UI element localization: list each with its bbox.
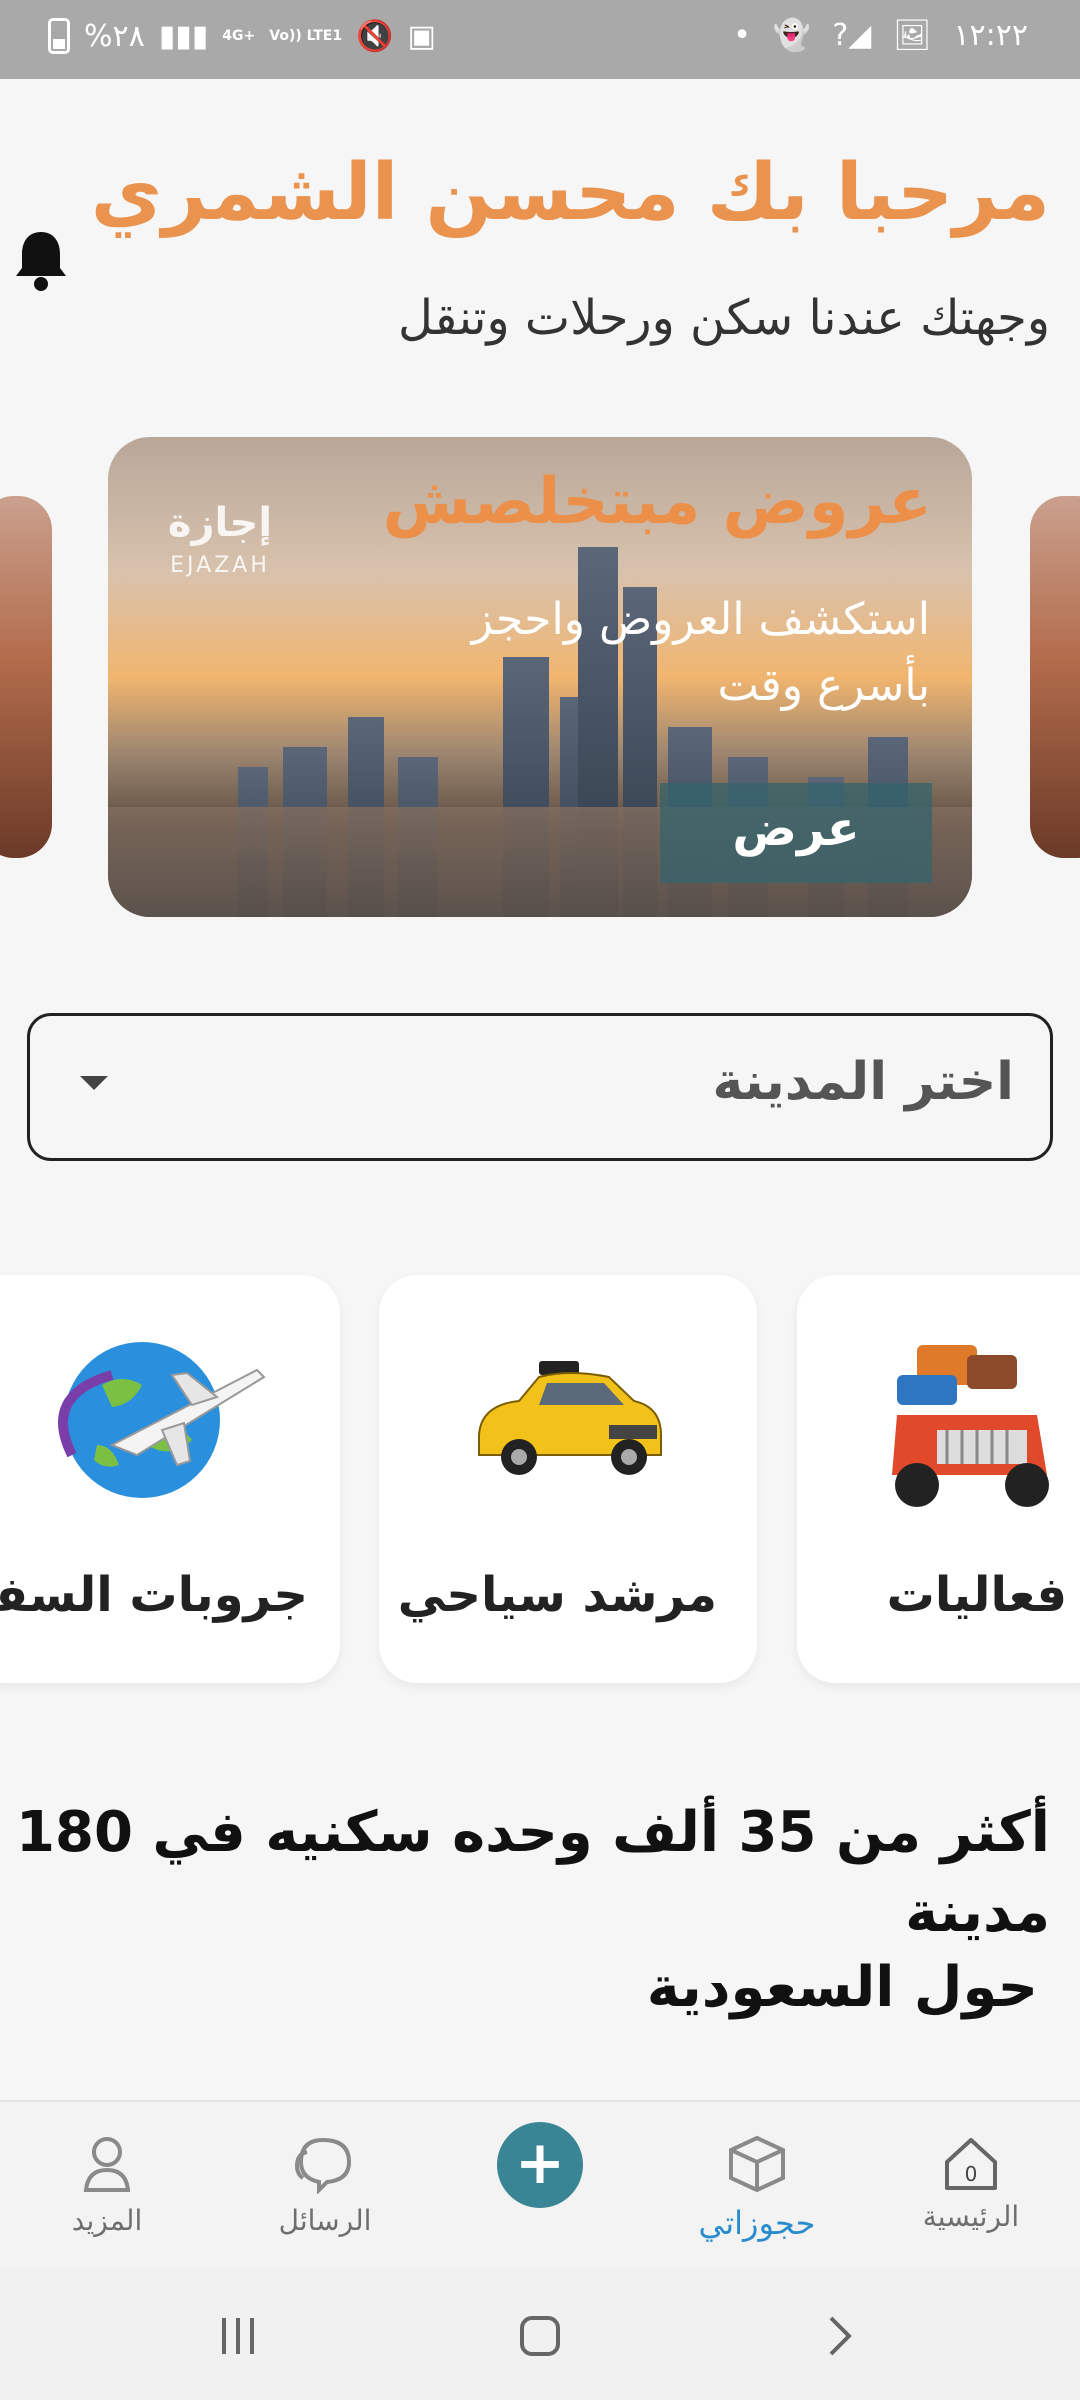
mute-icon: 🔇 <box>356 18 394 54</box>
service-card-tour-guide[interactable]: مرشد سياحي <box>379 1275 757 1683</box>
plus-icon: + <box>514 2128 566 2198</box>
app-notification-icon: ▣ <box>407 18 436 54</box>
profile-icon <box>83 2137 131 2192</box>
nav-home[interactable]: 0 الرئيسية <box>886 2134 1056 2233</box>
city-select-label: اختر المدينة <box>712 1052 1014 1112</box>
service-card-events[interactable]: فعاليات <box>797 1275 1080 1683</box>
nav-bookings[interactable]: حجوزاتي <box>672 2134 842 2242</box>
nav-more-label: المزيد <box>71 2204 143 2237</box>
stats-line3: حول السعودية <box>646 1955 1038 2020</box>
dropdown-arrow-icon <box>80 1076 108 1090</box>
bell-icon[interactable] <box>12 228 70 292</box>
clock: ١٢:٢٢ <box>953 18 1028 53</box>
greeting-subtitle: وجهتك عندنا سكن ورحلات وتنقل <box>397 290 1050 346</box>
service-label: فعاليات <box>886 1567 1067 1623</box>
add-button[interactable]: + <box>497 2122 583 2208</box>
recent-apps-icon[interactable] <box>218 2314 258 2358</box>
offers-banner[interactable]: إجازة EJAZAH عروض مبتخلصش استكشف العروض … <box>108 437 972 917</box>
network-type: 4G+ <box>222 28 256 44</box>
no-signal-icon: ?◢ <box>832 18 872 53</box>
signal-icon: ▮▮▮ <box>158 18 209 54</box>
dot-icon: • <box>733 18 751 53</box>
service-label: مرشد سياحي <box>397 1567 717 1623</box>
service-label: جروبات السفر <box>0 1567 308 1623</box>
battery-level: %٢٨ <box>84 18 145 54</box>
airplane-globe-icon <box>58 1342 266 1498</box>
system-navigation-bar <box>0 2270 1080 2400</box>
snapchat-icon: 👻 <box>772 18 811 53</box>
stats-line1: أكثر من 35 ألف وحده سكنيه في 180 <box>16 1800 1050 1865</box>
service-card-travel-groups[interactable]: جروبات السفر <box>0 1275 340 1683</box>
gallery-icon: 🖼 <box>893 18 932 53</box>
nav-bookings-label: حجوزاتي <box>698 2204 816 2242</box>
taxi-car-icon <box>478 1361 662 1475</box>
greeting-title: مرحبا بك محسن الشمري <box>90 148 1050 238</box>
back-chevron-icon[interactable] <box>825 2314 855 2358</box>
loaded-jeep-icon <box>892 1345 1049 1507</box>
carousel-card-next[interactable] <box>1030 496 1080 858</box>
home-button-icon[interactable] <box>518 2314 562 2358</box>
banner-title: عروض مبتخلصش <box>382 465 932 539</box>
chat-bubbles-icon <box>294 2137 352 2195</box>
view-offers-button[interactable]: عرض العروض <box>660 783 932 883</box>
nav-more[interactable]: المزيد <box>22 2134 192 2237</box>
package-box-icon <box>729 2135 785 2193</box>
volte-indicator: Vo)) LTE1 <box>269 28 343 44</box>
status-bar: %٢٨ ▮▮▮ 4G+ Vo)) LTE1 🔇 ▣ • 👻 ?◢ 🖼 ١٢:٢٢ <box>0 0 1080 79</box>
city-select[interactable]: اختر المدينة <box>27 1013 1053 1161</box>
carousel-card-previous[interactable] <box>0 496 52 858</box>
stats-line2: مدينة <box>905 1880 1050 1945</box>
banner-description: استكشف العروض واحجز بأسرع وقت <box>471 594 930 711</box>
brand-logo-english: EJAZAH <box>170 553 270 578</box>
battery-icon <box>48 18 70 54</box>
nav-messages[interactable]: الرسائل <box>240 2134 410 2237</box>
nav-messages-label: الرسائل <box>278 2204 372 2237</box>
brand-logo: إجازة EJAZAH <box>160 501 280 671</box>
nav-home-label: الرئيسية <box>922 2200 1020 2233</box>
brand-logo-arabic: إجازة <box>167 500 273 546</box>
home-badge: 0 <box>964 2162 978 2186</box>
